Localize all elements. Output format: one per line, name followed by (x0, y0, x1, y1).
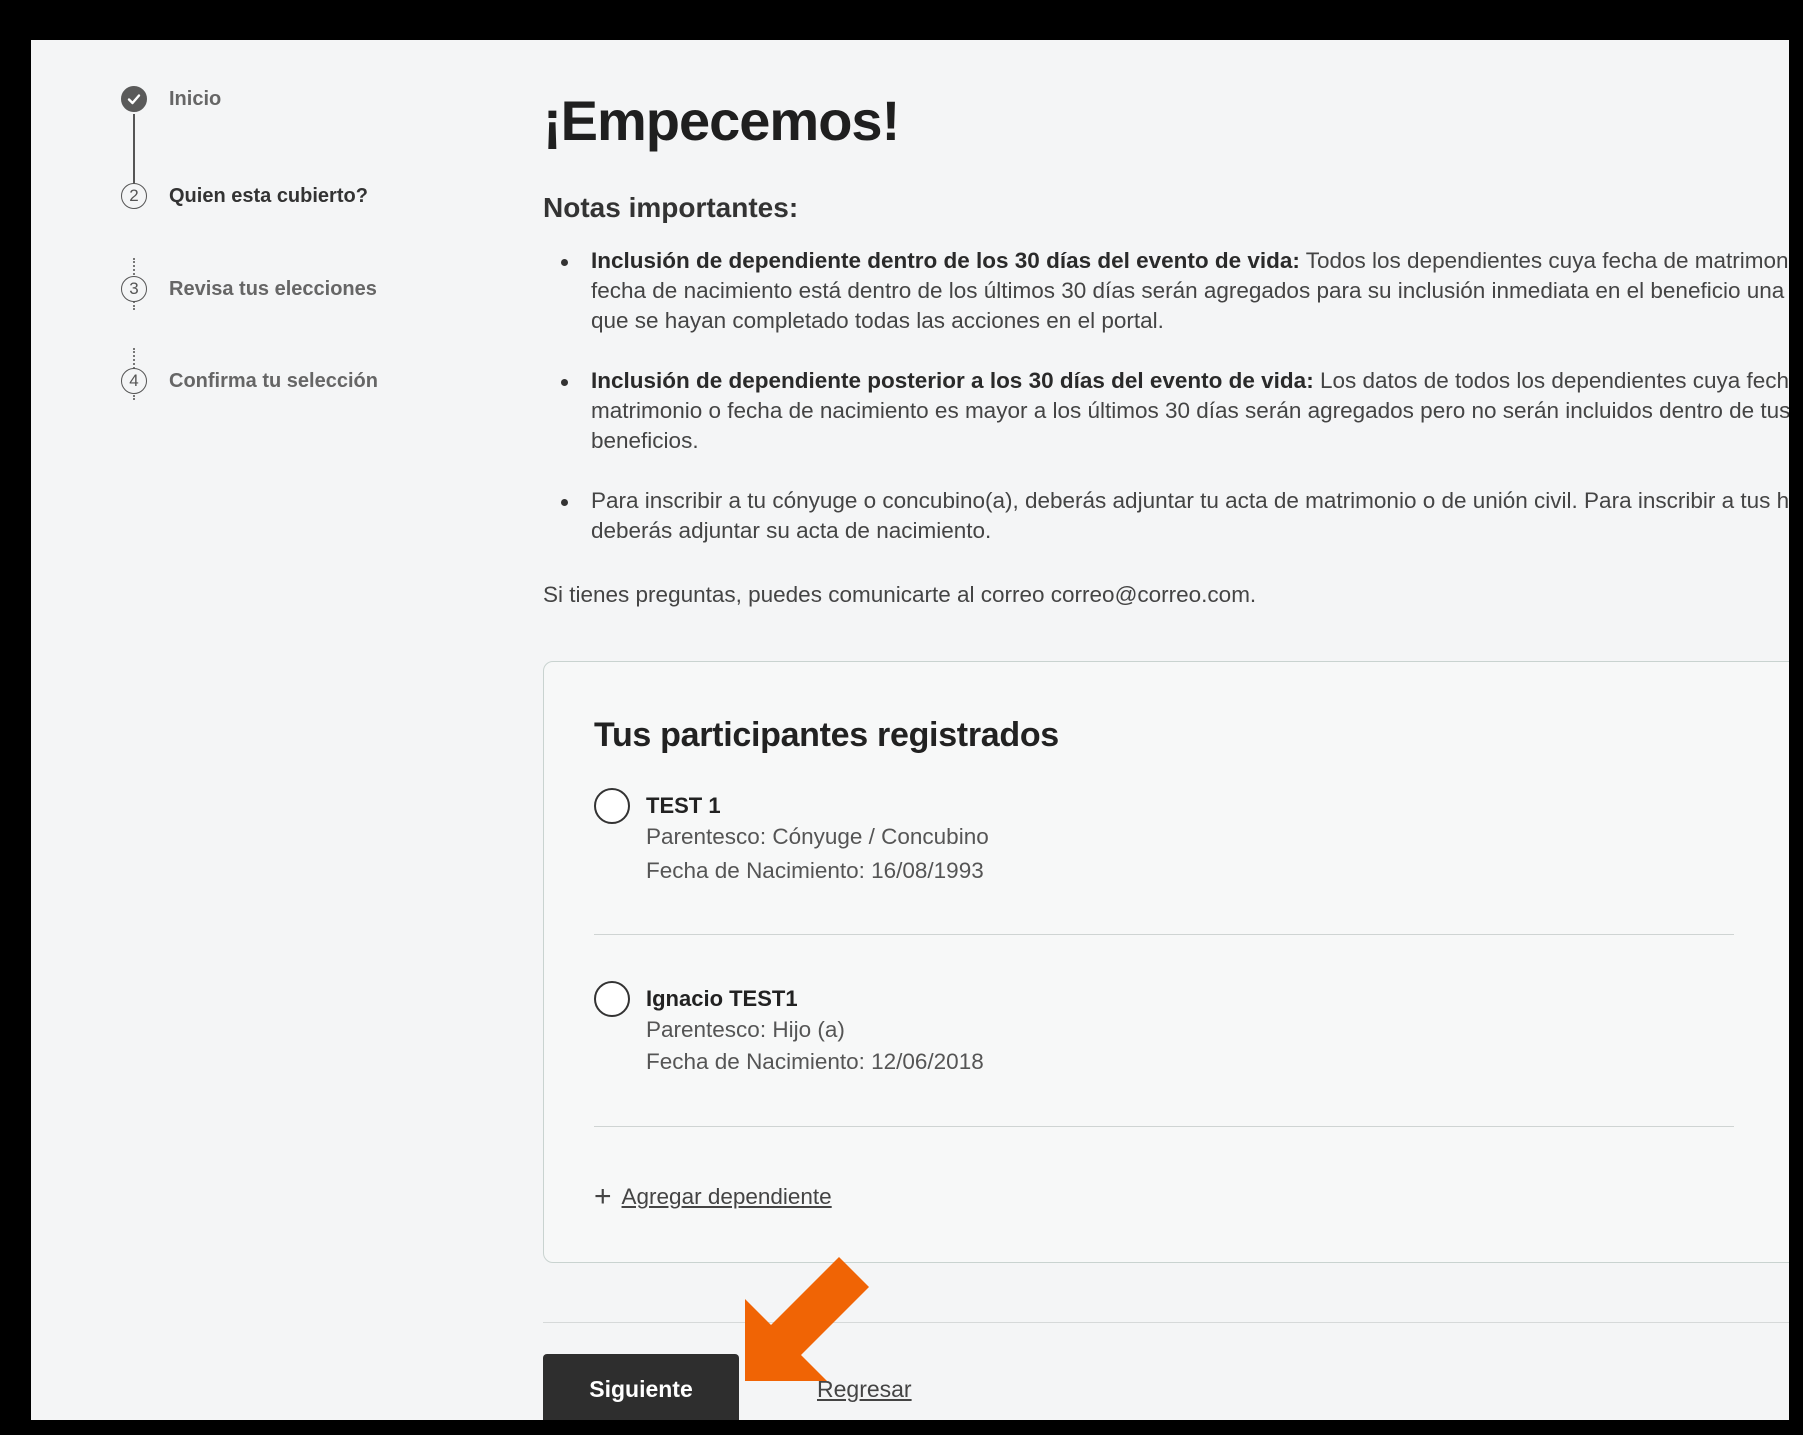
notes-heading: Notas importantes: (543, 192, 799, 223)
check-icon (121, 86, 147, 112)
app-window: Inicio 2 Quien esta cubierto? 3 Revisa t… (31, 40, 1789, 1420)
step-revisa-elecciones[interactable]: 3 Revisa tus elecciones (121, 274, 377, 304)
step-number: 3 (121, 276, 147, 302)
divider (594, 934, 1734, 935)
step-label: Quien esta cubierto? (169, 184, 368, 207)
participant-relationship: Parentesco: Hijo (a) (646, 1017, 845, 1042)
notes-list: Inclusión de dependiente dentro de los 3… (543, 246, 1789, 576)
participant-radio[interactable] (594, 788, 630, 824)
participant-name: Ignacio TEST1 (646, 986, 798, 1011)
page-title: ¡Empecemos! (543, 89, 900, 152)
step-number: 2 (121, 183, 147, 209)
plus-icon: + (594, 1180, 612, 1213)
participant-birthdate: Fecha de Nacimiento: 16/08/1993 (646, 858, 984, 883)
step-label: Revisa tus elecciones (169, 277, 377, 300)
note-item: Para inscribir a tu cónyuge o concubino(… (543, 486, 1789, 546)
note-item: Inclusión de dependiente dentro de los 3… (543, 246, 1789, 336)
step-inicio[interactable]: Inicio (121, 84, 221, 114)
step-label: Confirma tu selección (169, 369, 378, 392)
participant-birthdate: Fecha de Nacimiento: 12/06/2018 (646, 1049, 984, 1074)
divider (594, 1126, 1734, 1127)
step-confirma-seleccion[interactable]: 4 Confirma tu selección (121, 366, 378, 396)
add-dependent-label: Agregar dependiente (621, 1184, 832, 1209)
next-button[interactable]: Siguiente (543, 1354, 739, 1420)
note-item: Inclusión de dependiente posterior a los… (543, 366, 1789, 456)
card-title: Tus participantes registrados (594, 716, 1059, 754)
participants-card: Tus participantes registrados TEST 1 Par… (543, 661, 1789, 1263)
step-quien-esta-cubierto[interactable]: 2 Quien esta cubierto? (121, 181, 368, 211)
footer-divider (543, 1322, 1789, 1323)
add-dependent-link[interactable]: + Agregar dependiente (594, 1182, 832, 1212)
participant-radio[interactable] (594, 981, 630, 1017)
contact-text: Si tienes preguntas, puedes comunicarte … (543, 582, 1257, 607)
step-number: 4 (121, 368, 147, 394)
participant-name: TEST 1 (646, 793, 721, 818)
participant-relationship: Parentesco: Cónyuge / Concubino (646, 824, 989, 849)
annotation-arrow-icon (745, 1257, 869, 1381)
step-label: Inicio (169, 87, 222, 110)
